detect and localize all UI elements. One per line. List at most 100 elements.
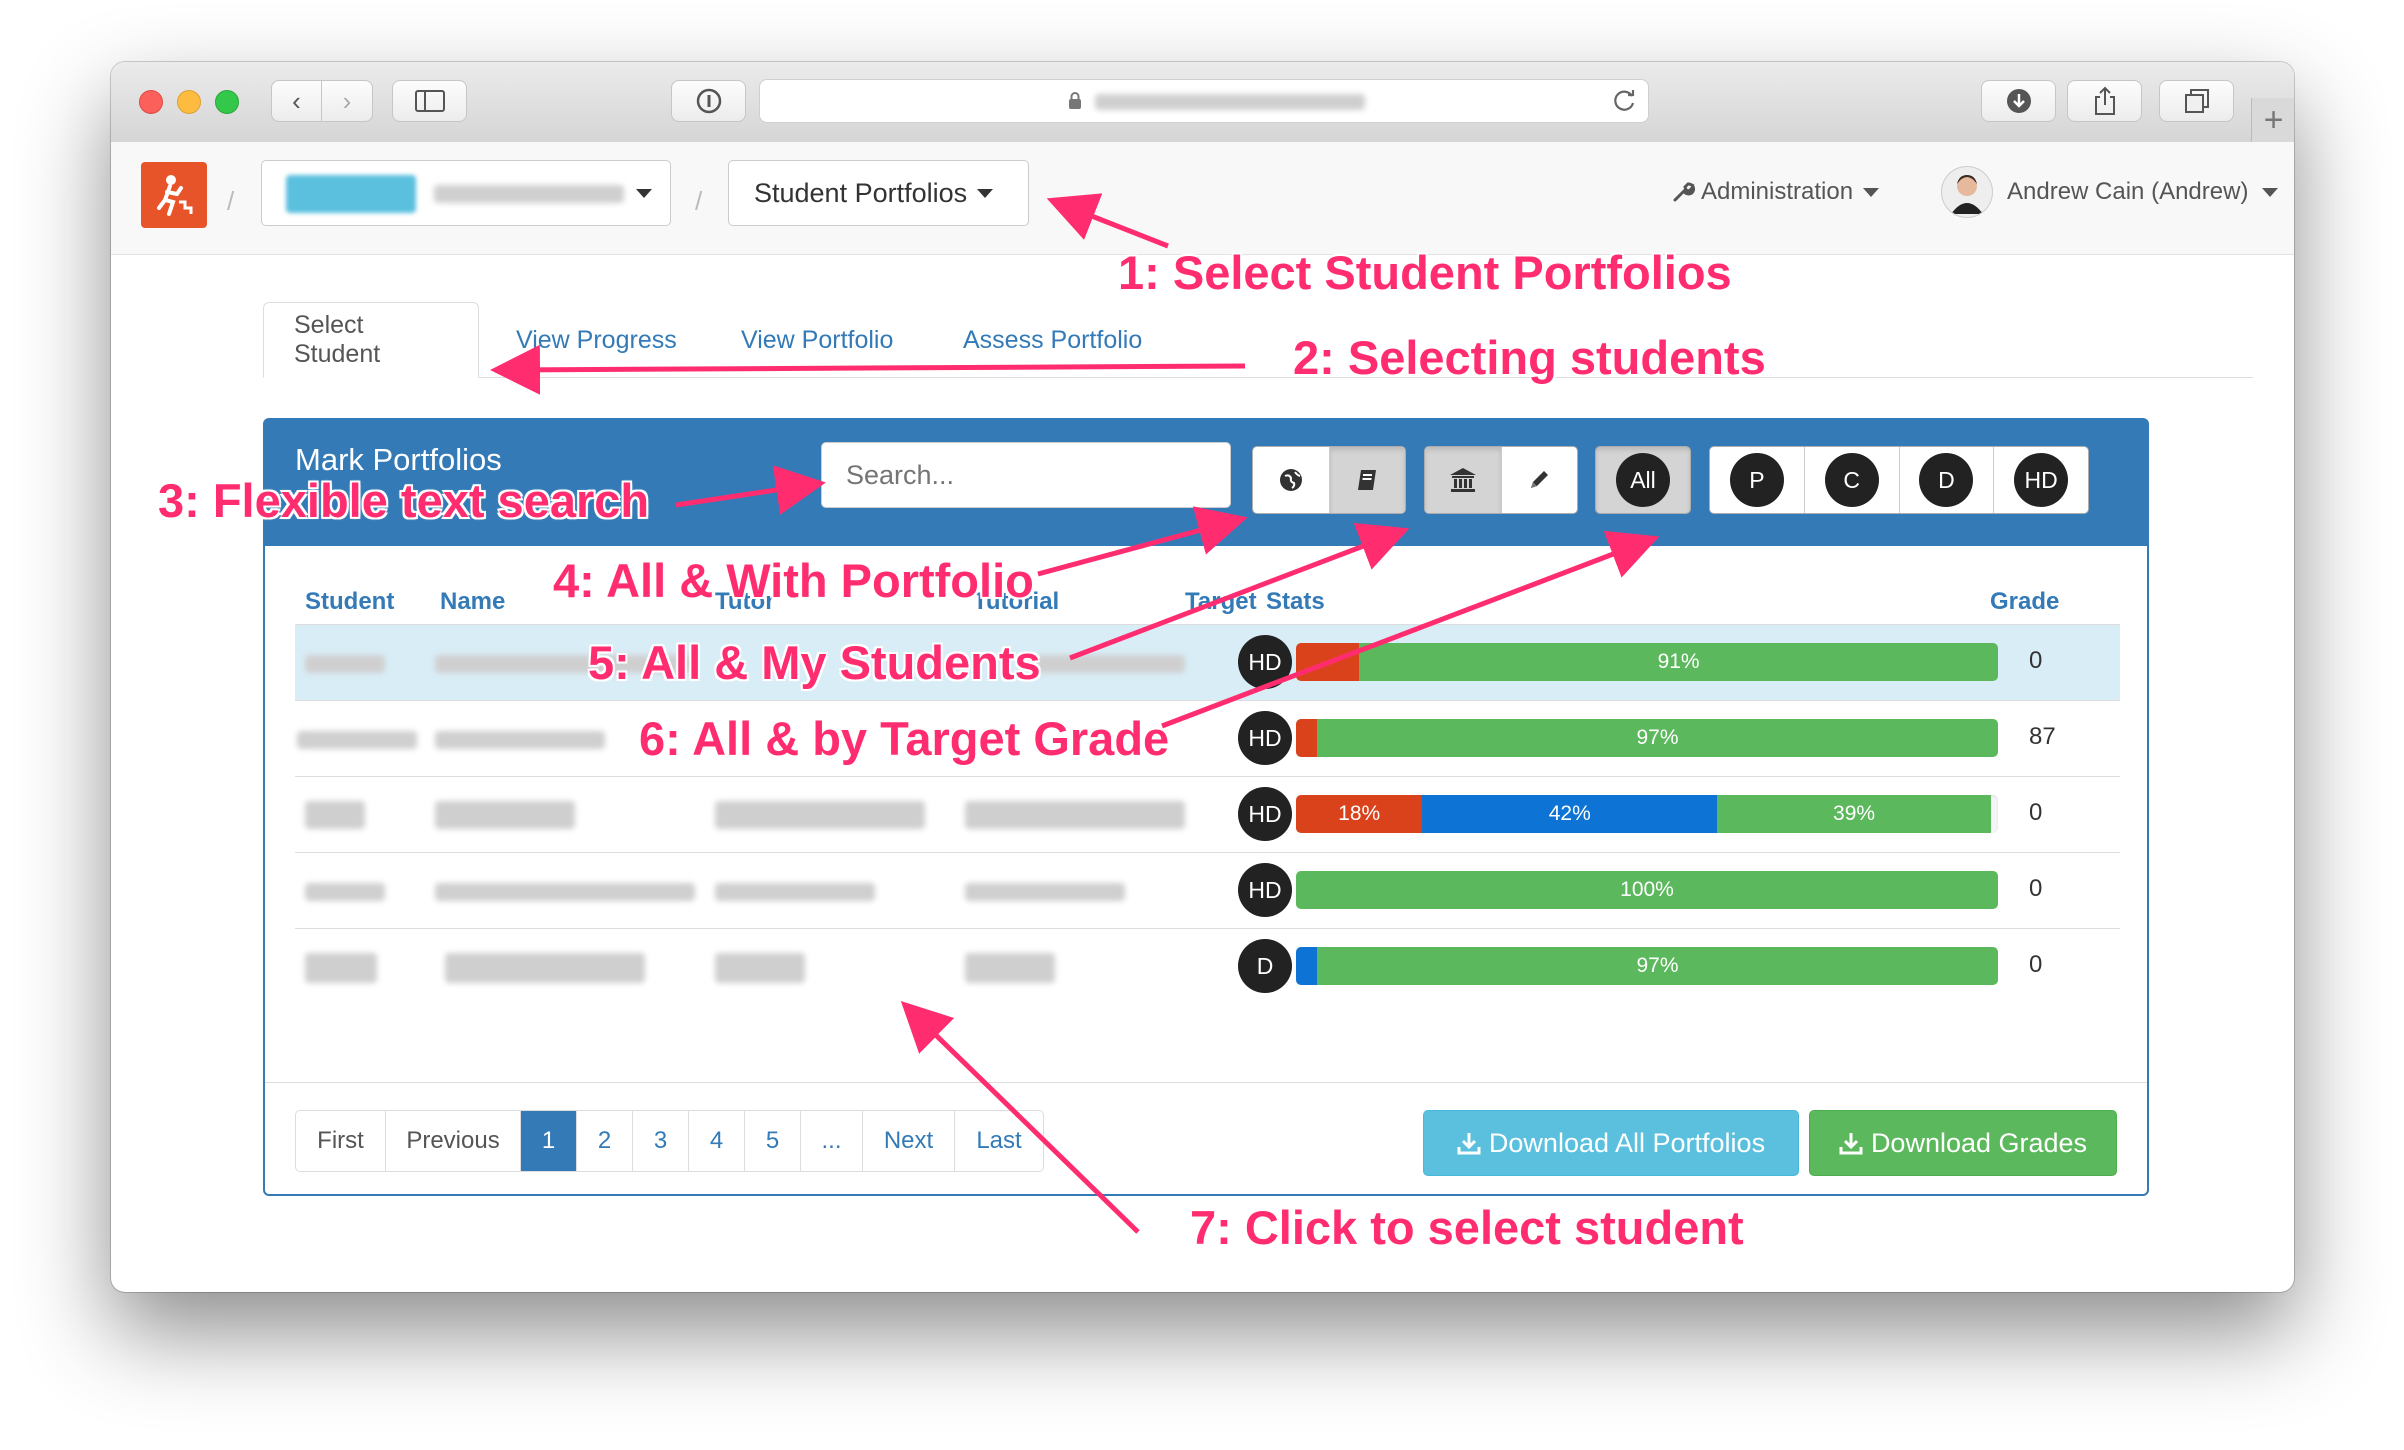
minimize-window-icon[interactable] [177, 90, 201, 114]
grade-filter-d[interactable]: D [1900, 447, 1995, 513]
table-row[interactable]: HD 100% 0 [295, 852, 2120, 929]
search-input[interactable] [821, 442, 1231, 508]
grade-hd-label: HD [2014, 453, 2069, 507]
stats-segment-green: 97% [1317, 719, 1998, 757]
lock-icon [1068, 92, 1082, 109]
pagination-ellipsis[interactable]: ... [801, 1111, 863, 1171]
download-all-portfolios-label: Download All Portfolios [1488, 1127, 1766, 1158]
download-grades-button[interactable]: Download Grades [1809, 1110, 2117, 1176]
app-logo[interactable] [141, 162, 207, 228]
annotation-6: 6: All & by Target Grade [639, 712, 1170, 765]
column-header-grade[interactable]: Grade [1990, 588, 2059, 616]
grade-c-label: C [1824, 453, 1879, 507]
tab-view-progress[interactable]: View Progress [516, 302, 677, 378]
grade-p-label: P [1729, 453, 1784, 507]
student-id-cell [305, 883, 385, 901]
grade-filter-p[interactable]: P [1710, 447, 1805, 513]
unit-selector[interactable] [261, 160, 671, 226]
column-header-stats[interactable]: Stats [1266, 588, 1325, 616]
target-grade-badge: HD [1238, 711, 1292, 765]
pagination-page-2[interactable]: 2 [577, 1111, 633, 1171]
tab-label: Select Student [294, 311, 381, 368]
student-name-cell [445, 953, 645, 983]
chevron-down-icon [977, 188, 994, 198]
user-menu[interactable]: Andrew Cain (Andrew) [1941, 166, 2279, 218]
student-id-cell [305, 655, 385, 673]
tutorial-cell [965, 953, 1055, 983]
grade-cell: 0 [2029, 875, 2043, 902]
breadcrumb-current-label: Student Portfolios [754, 177, 968, 208]
pagination-previous[interactable]: Previous [386, 1111, 521, 1171]
portfolio-filter-group [1252, 446, 1406, 514]
student-id-cell [305, 801, 365, 829]
back-icon[interactable]: ‹ [271, 80, 322, 122]
table-row[interactable]: D 97% 0 [295, 928, 2120, 1005]
grade-filter-all[interactable]: All [1596, 447, 1690, 513]
tab-view-portfolio[interactable]: View Portfolio [741, 302, 893, 378]
new-tab-icon[interactable]: + [2251, 98, 2294, 142]
administration-label: Administration [1701, 178, 1854, 205]
student-name-cell [435, 883, 695, 901]
reload-icon[interactable] [1612, 88, 1638, 114]
stats-segment-red: 18% [1296, 795, 1423, 833]
runner-logo-icon [157, 175, 193, 216]
table-row[interactable]: HD 18% 42% 39% 0 [295, 776, 2120, 853]
pagination-next[interactable]: Next [863, 1111, 955, 1171]
tab-select-student[interactable]: Select Student [263, 302, 479, 378]
address-bar[interactable] [759, 79, 1649, 123]
pagination-last[interactable]: Last [955, 1111, 1043, 1171]
download-icon[interactable] [1981, 80, 2056, 122]
pagination-page-4[interactable]: 4 [689, 1111, 745, 1171]
pagination-page-1[interactable]: 1 [521, 1111, 577, 1171]
zoom-window-icon[interactable] [215, 90, 239, 114]
avatar [1941, 166, 1993, 218]
with-portfolio-filter-button[interactable] [1329, 447, 1405, 513]
target-grade-badge: HD [1238, 863, 1292, 917]
info-icon[interactable] [671, 80, 746, 122]
stats-segment-red [1296, 643, 1360, 681]
close-window-icon[interactable] [139, 90, 163, 114]
grade-filter-hd[interactable]: HD [1994, 447, 2088, 513]
students-filter-group [1424, 446, 1578, 514]
tutorial-cell [965, 801, 1185, 829]
pagination: First Previous 1 2 3 4 5 ... Next Last [295, 1110, 1044, 1172]
grade-cell: 0 [2029, 647, 2043, 674]
forward-icon[interactable]: › [322, 80, 373, 122]
unit-code-badge [286, 175, 416, 213]
stats-progress-bar: 97% [1296, 947, 1998, 985]
column-header-name[interactable]: Name [440, 588, 505, 616]
chevron-down-icon [2262, 187, 2279, 197]
all-filter-button[interactable] [1253, 447, 1330, 513]
pagination-page-3[interactable]: 3 [633, 1111, 689, 1171]
my-students-filter-button[interactable] [1502, 447, 1578, 513]
grade-d-label: D [1919, 453, 1974, 507]
column-header-student[interactable]: Student [305, 588, 394, 616]
tab-label: View Progress [516, 325, 677, 354]
column-header-target[interactable]: Target [1185, 588, 1257, 616]
stats-segment-blue: 42% [1422, 795, 1718, 833]
table-row[interactable]: HD 91% 0 [295, 624, 2120, 701]
app-navbar: / / Student Portfolios Administration An… [111, 142, 2294, 255]
pagination-page-5[interactable]: 5 [745, 1111, 801, 1171]
tabs-icon[interactable] [2159, 80, 2234, 122]
download-all-portfolios-button[interactable]: Download All Portfolios [1423, 1110, 1799, 1176]
table-row[interactable]: HD 97% 87 [295, 700, 2120, 777]
book-icon [1358, 470, 1377, 490]
stats-progress-bar: 97% [1296, 719, 1998, 757]
pagination-first[interactable]: First [296, 1111, 386, 1171]
breadcrumb-separator: / [695, 186, 703, 216]
share-icon[interactable] [2067, 80, 2142, 122]
tab-assess-portfolio[interactable]: Assess Portfolio [963, 302, 1142, 378]
grade-cell: 0 [2029, 951, 2043, 978]
stats-segment-blue [1296, 947, 1318, 985]
tutor-cell [715, 953, 805, 983]
sidebar-icon[interactable] [392, 80, 467, 122]
student-portfolios-dropdown[interactable]: Student Portfolios [728, 160, 1029, 226]
all-grades-filter: All [1595, 446, 1691, 514]
wrench-icon [1673, 182, 1695, 202]
all-students-filter-button[interactable] [1425, 447, 1502, 513]
annotation-5: 5: All & My Students [588, 636, 1041, 689]
stats-segment-red [1296, 719, 1318, 757]
administration-menu[interactable]: Administration [1671, 178, 1880, 206]
grade-filter-c[interactable]: C [1805, 447, 1900, 513]
